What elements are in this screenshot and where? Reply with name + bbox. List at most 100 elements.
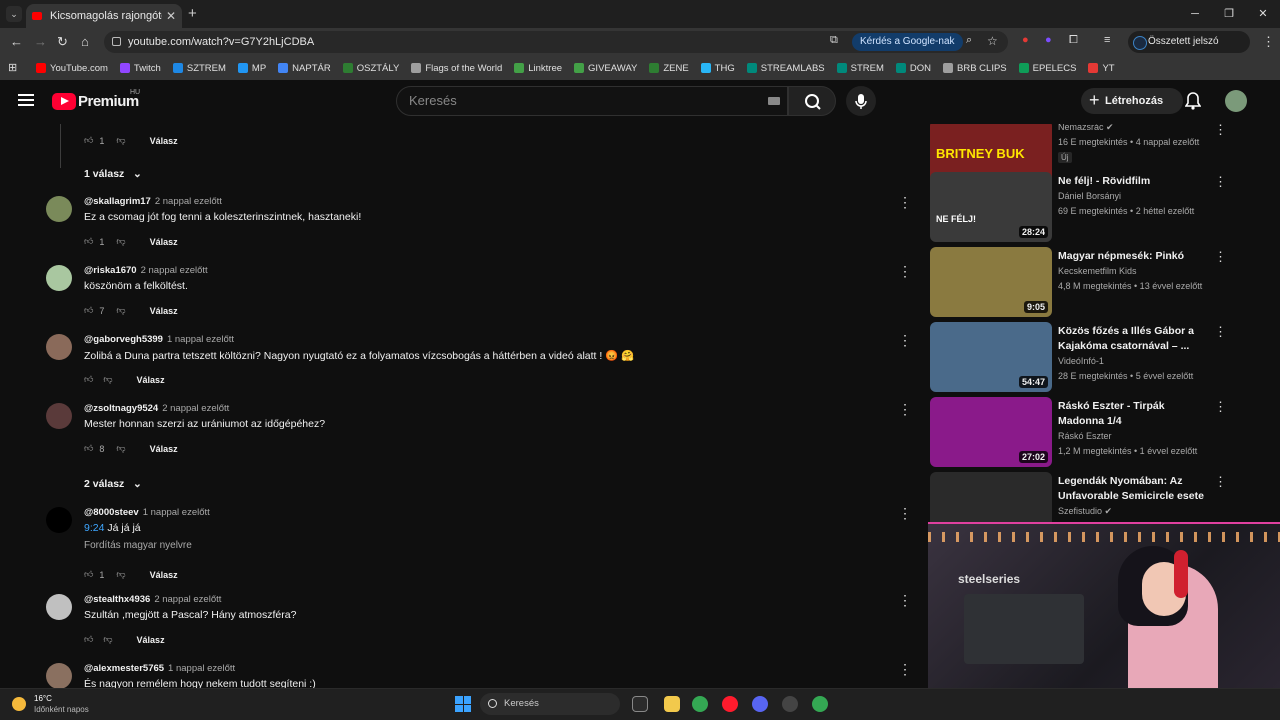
bookmark-item[interactable]: DON <box>895 63 931 74</box>
channel-name[interactable]: Dániel Borsányi <box>1058 191 1121 201</box>
close-window-icon[interactable]: ✕ <box>1246 0 1280 28</box>
channel-name[interactable]: Nemazsrác ✔ <box>1058 124 1114 133</box>
commenter-avatar[interactable] <box>46 334 72 360</box>
comment-time[interactable]: 1 nappal ezelőtt <box>143 507 210 518</box>
reply-button[interactable]: Válasz <box>137 375 165 385</box>
cast-icon[interactable]: ⧉ <box>830 34 838 47</box>
dislike-icon[interactable]: 👎︎ <box>116 135 125 146</box>
keyboard-icon[interactable] <box>768 97 780 105</box>
video-thumbnail[interactable]: 9:05 <box>930 247 1052 317</box>
replies-toggle[interactable]: 1 válasz ⌄ <box>84 168 142 180</box>
dislike-icon[interactable]: 👎︎ <box>103 634 112 645</box>
commenter-avatar[interactable] <box>46 196 72 222</box>
search-button[interactable] <box>788 86 836 116</box>
browser-menu-icon[interactable]: ⋮ <box>1262 34 1275 50</box>
extension-icon[interactable]: ● <box>1022 34 1029 46</box>
dislike-icon[interactable]: 👎︎ <box>116 569 125 580</box>
extension-icon[interactable]: ● <box>1045 34 1052 46</box>
opera-icon[interactable] <box>722 696 738 712</box>
replies-toggle[interactable]: 2 válasz ⌄ <box>84 478 142 490</box>
comment-author[interactable]: @zsoltnagy9524 <box>84 403 158 414</box>
like-icon[interactable]: 👍︎ <box>84 236 93 247</box>
channel-name[interactable]: Szefistudio ✔ <box>1058 506 1112 517</box>
back-icon[interactable]: ← <box>10 34 23 49</box>
task-view-icon[interactable] <box>632 696 648 712</box>
video-title[interactable]: Legendák Nyomában: Az Unfavorable Semici… <box>1058 474 1208 504</box>
reply-button[interactable]: Válasz <box>150 136 178 146</box>
channel-name[interactable]: Ráskó Eszter <box>1058 431 1112 441</box>
commenter-avatar[interactable] <box>46 507 72 533</box>
like-icon[interactable]: 👍︎ <box>84 443 93 454</box>
reply-button[interactable]: Válasz <box>137 635 165 645</box>
reply-button[interactable]: Válasz <box>150 570 178 580</box>
translate-link[interactable]: Fordítás magyar nyelvre <box>84 540 192 551</box>
like-icon[interactable]: 👍︎ <box>84 305 93 316</box>
minimize-icon[interactable]: ─ <box>1178 0 1212 28</box>
video-title[interactable]: Magyar népmesék: Pinkó <box>1058 249 1208 264</box>
comment-author[interactable]: @riska1670 <box>84 265 137 276</box>
dislike-icon[interactable]: 👎︎ <box>116 236 125 247</box>
commenter-avatar[interactable] <box>46 594 72 620</box>
like-icon[interactable]: 👍︎ <box>84 374 93 385</box>
discord-icon[interactable] <box>752 696 768 712</box>
comment-more-icon[interactable]: ⋮ <box>898 194 912 211</box>
account-avatar[interactable] <box>1225 90 1247 112</box>
file-explorer-icon[interactable] <box>664 696 680 712</box>
new-tab-button[interactable]: + <box>188 5 197 22</box>
bookmark-item[interactable]: ZENE <box>649 63 689 74</box>
comment-author[interactable]: @stealthx4936 <box>84 594 150 605</box>
like-icon[interactable]: 👍︎ <box>84 634 93 645</box>
site-info-icon[interactable] <box>112 37 121 46</box>
chrome-icon[interactable] <box>692 696 708 712</box>
bookmark-item[interactable]: NAPTÁR <box>278 63 331 74</box>
video-more-icon[interactable]: ⋮ <box>1214 124 1227 138</box>
comment-more-icon[interactable]: ⋮ <box>898 661 912 678</box>
comment-time[interactable]: 2 nappal ezelőtt <box>162 403 229 414</box>
bookmark-item[interactable]: BRB CLIPS <box>943 63 1007 74</box>
video-thumbnail[interactable]: 54:47 <box>930 322 1052 392</box>
reload-icon[interactable]: ↻ <box>57 34 68 50</box>
start-windows-icon[interactable] <box>455 696 471 712</box>
bookmark-item[interactable]: Twitch <box>119 63 161 74</box>
video-title[interactable]: Ne félj! - Rövidfilm <box>1058 174 1208 189</box>
comment-time[interactable]: 2 nappal ezelőtt <box>155 196 222 207</box>
comment-author[interactable]: @skallagrim17 <box>84 196 151 207</box>
commenter-avatar[interactable] <box>46 265 72 291</box>
bookmark-item[interactable]: OSZTÁLY <box>342 63 399 74</box>
taskbar-search[interactable]: Keresés <box>480 693 620 715</box>
bookmark-item[interactable]: YT <box>1088 63 1115 74</box>
video-more-icon[interactable]: ⋮ <box>1214 474 1227 490</box>
dislike-icon[interactable]: 👎︎ <box>103 374 112 385</box>
reply-button[interactable]: Válasz <box>150 444 178 454</box>
bookmark-item[interactable]: Linktree <box>514 63 562 74</box>
dislike-icon[interactable]: 👎︎ <box>116 305 125 316</box>
create-button[interactable]: Létrehozás <box>1081 87 1183 114</box>
comment-more-icon[interactable]: ⋮ <box>898 505 912 522</box>
close-tab-icon[interactable]: ✕ <box>166 9 176 23</box>
youtube-logo-icon[interactable] <box>52 93 76 110</box>
comment-time[interactable]: 1 nappal ezelőtt <box>168 663 235 674</box>
video-title[interactable]: Ráskó Eszter - Tirpák Madonna 1/4 <box>1058 399 1208 429</box>
bookmark-item[interactable]: GIVEAWAY <box>574 63 637 74</box>
video-title[interactable]: Közös főzés a Illés Gábor a Kajakóma csa… <box>1058 324 1208 354</box>
extensions-puzzle-icon[interactable]: ⧠ <box>1069 34 1078 47</box>
bookmark-item[interactable]: STREM <box>836 63 884 74</box>
video-more-icon[interactable]: ⋮ <box>1214 324 1227 340</box>
ask-google-button[interactable]: Kérdés a Google-nak <box>852 33 963 51</box>
restore-icon[interactable]: ❐ <box>1212 0 1246 28</box>
bookmark-item[interactable]: SZTREM <box>172 63 226 74</box>
tab-search-icon[interactable]: ⌄ <box>6 6 22 22</box>
like-icon[interactable]: 👍︎ <box>84 135 93 146</box>
chrome-icon[interactable] <box>812 696 828 712</box>
bookmark-item[interactable]: MP <box>237 63 266 74</box>
bookmark-item[interactable]: THG <box>700 63 735 74</box>
channel-name[interactable]: Kecskemetfilm Kids <box>1058 266 1137 276</box>
voice-search-button[interactable] <box>846 86 876 116</box>
forward-icon[interactable]: → <box>34 34 47 49</box>
obs-icon[interactable] <box>782 696 798 712</box>
reading-list-icon[interactable]: ≡ <box>1104 34 1110 46</box>
bookmark-item[interactable]: EPELECS <box>1018 63 1076 74</box>
comment-time[interactable]: 2 nappal ezelőtt <box>141 265 208 276</box>
dislike-icon[interactable]: 👎︎ <box>116 443 125 454</box>
comment-time[interactable]: 1 nappal ezelőtt <box>167 334 234 345</box>
